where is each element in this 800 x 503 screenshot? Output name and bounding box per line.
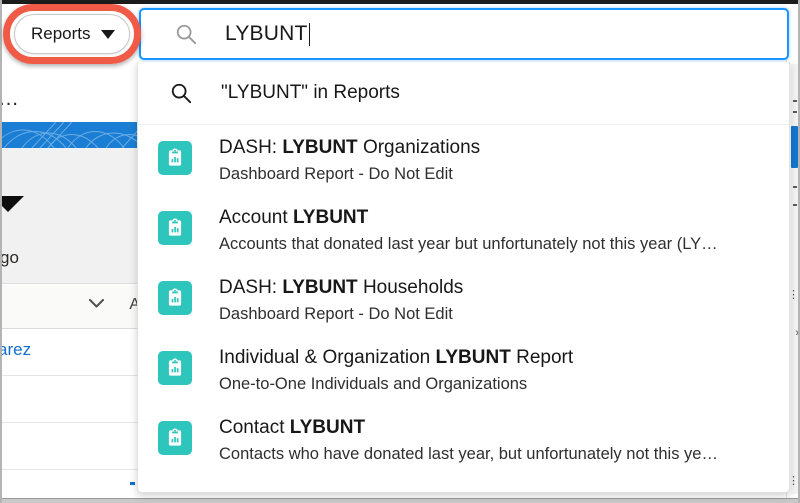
overflow-menu-ellipsis[interactable]: … (0, 88, 21, 109)
title-suffix: Households (357, 277, 464, 298)
title-prefix: Individual & Organization (219, 347, 436, 368)
search-result-text: Contact LYBUNT Contacts who have donated … (219, 409, 718, 465)
title-prefix: Contact (219, 417, 290, 438)
title-match: LYBUNT (292, 207, 369, 228)
search-result-subtitle: Contacts who have donated last year, but… (219, 444, 718, 463)
search-result-item[interactable]: DASH: LYBUNT Households Dashboard Report … (138, 269, 789, 339)
search-result-subtitle: Dashboard Report - Do Not Edit (219, 304, 453, 323)
screenshot-root: … go A arez ⋮ ⋮ LYBUNT Reports "LYBUNT" … (0, 0, 800, 503)
title-match: LYBUNT (435, 347, 511, 368)
search-result-subtitle: One-to-One Individuals and Organizations (219, 374, 528, 393)
search-scope-label: Reports (31, 24, 91, 43)
search-result-item[interactable]: Contact LYBUNT Contacts who have donated … (138, 409, 789, 479)
title-prefix: DASH: (219, 277, 283, 298)
search-input-value: LYBUNT (225, 22, 308, 45)
sliver-tick (793, 100, 797, 102)
search-result-title: DASH: LYBUNT Organizations (219, 135, 480, 161)
report-icon (158, 421, 192, 455)
title-match: LYBUNT (282, 277, 358, 298)
title-suffix: Report (510, 347, 574, 368)
table-row[interactable]: arez (0, 329, 142, 376)
search-result-item[interactable]: Account LYBUNT Accounts that donated last… (138, 199, 789, 269)
text-cursor (308, 22, 310, 46)
window-frame-top (0, 0, 800, 4)
chevron-down-icon (101, 29, 115, 39)
search-result-title: Contact LYBUNT (219, 415, 718, 441)
background-left-column: … go A arez (0, 4, 142, 499)
search-result-title: Individual & Organization LYBUNT Report (219, 345, 573, 371)
decorative-banner (2, 122, 142, 148)
report-icon (158, 281, 192, 315)
search-result-text: DASH: LYBUNT Organizations Dashboard Repo… (219, 129, 480, 185)
report-icon (158, 141, 192, 175)
report-icon (158, 351, 192, 385)
search-scope-selector[interactable]: Reports (14, 14, 130, 54)
search-results-dropdown: "LYBUNT" in Reports DASH: LYBUNT Organiz… (137, 62, 790, 493)
search-icon (171, 83, 192, 104)
report-icon (158, 211, 192, 245)
table-row[interactable] (2, 423, 142, 470)
window-frame-left (0, 0, 2, 503)
search-result-title: Account LYBUNT (219, 205, 718, 231)
search-in-reports-label: "LYBUNT" in Reports (221, 82, 400, 103)
background-partial-text: go (0, 248, 19, 267)
background-table-header: A (2, 285, 142, 329)
search-result-text: DASH: LYBUNT Households Dashboard Report … (219, 269, 463, 325)
background-record-link[interactable]: arez (0, 340, 31, 360)
title-prefix: Account (219, 207, 293, 228)
search-result-item[interactable]: Individual & Organization LYBUNT Report O… (138, 339, 789, 409)
title-prefix: DASH: (219, 137, 283, 158)
search-result-text: Account LYBUNT Accounts that donated last… (219, 199, 718, 255)
background-caret-marker (0, 196, 24, 212)
title-match: LYBUNT (289, 417, 366, 438)
chevron-down-icon[interactable] (89, 299, 104, 308)
background-marker (130, 482, 135, 485)
window-frame-bottom (0, 498, 800, 503)
title-match: LYBUNT (282, 137, 358, 158)
search-result-list: DASH: LYBUNT Organizations Dashboard Repo… (138, 125, 789, 479)
table-row[interactable] (2, 470, 142, 499)
search-icon (176, 24, 197, 45)
sliver-tick (793, 186, 797, 188)
background-panel (2, 148, 142, 284)
title-suffix: Organizations (357, 137, 481, 158)
search-result-subtitle: Accounts that donated last year but unfo… (219, 234, 718, 253)
sliver-tick (793, 111, 797, 113)
search-in-reports-option[interactable]: "LYBUNT" in Reports (138, 62, 789, 124)
table-row[interactable] (2, 376, 142, 423)
search-result-subtitle: Dashboard Report - Do Not Edit (219, 164, 453, 183)
search-result-text: Individual & Organization LYBUNT Report O… (219, 339, 573, 395)
sliver-tick (793, 204, 797, 206)
global-search-input[interactable]: LYBUNT (139, 8, 789, 60)
search-result-item[interactable]: DASH: LYBUNT Organizations Dashboard Repo… (138, 129, 789, 199)
scrollbar-thumb[interactable] (791, 126, 798, 168)
search-result-title: DASH: LYBUNT Households (219, 275, 463, 301)
